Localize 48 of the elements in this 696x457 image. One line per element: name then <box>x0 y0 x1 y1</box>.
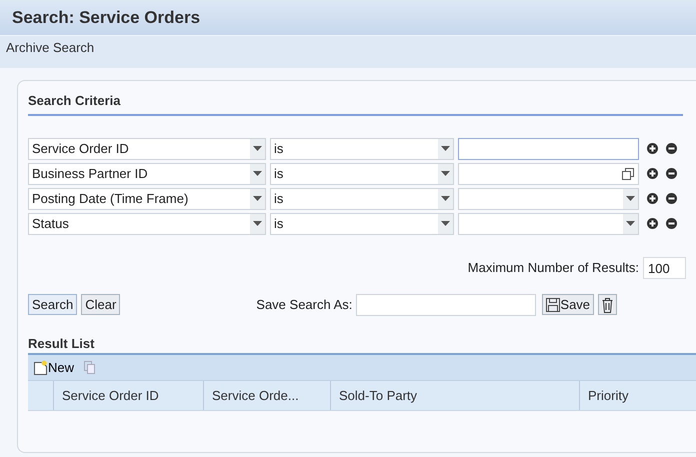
save-search-label: Save Search As: <box>256 296 352 314</box>
column-header[interactable]: Sold-To Party <box>331 381 580 410</box>
caret-icon <box>253 171 262 176</box>
remove-icon[interactable] <box>666 168 677 179</box>
add-icon[interactable] <box>647 193 658 204</box>
field-dropdown[interactable]: Posting Date (Time Frame) <box>28 188 266 210</box>
page-title: Search: Service Orders <box>0 0 696 35</box>
save-search-field[interactable] <box>356 294 536 316</box>
caret-icon <box>626 196 635 201</box>
save-button[interactable]: Save <box>542 294 594 315</box>
trash-icon <box>602 298 614 314</box>
operator-dropdown[interactable]: is <box>270 138 454 160</box>
clear-button[interactable]: Clear <box>81 294 120 315</box>
field-dropdown[interactable]: Business Partner ID <box>28 162 266 184</box>
new-document-icon <box>34 360 48 375</box>
caret-icon <box>441 196 450 201</box>
archive-search-link[interactable]: Archive Search <box>0 35 696 68</box>
operator-dropdown[interactable]: is <box>270 212 454 234</box>
caret-icon <box>253 196 262 201</box>
column-header[interactable]: Service Order ID <box>54 381 204 410</box>
add-icon[interactable] <box>647 168 658 179</box>
delete-button[interactable] <box>598 294 618 316</box>
field-dropdown[interactable]: Service Order ID <box>28 138 266 160</box>
new-button[interactable]: New <box>34 358 74 378</box>
caret-icon <box>441 146 450 151</box>
copy-icon[interactable] <box>622 168 634 180</box>
search-button[interactable]: Search <box>28 294 78 315</box>
section-heading: Result List <box>28 334 96 352</box>
column-header[interactable]: Service Orde... <box>204 381 331 410</box>
remove-icon[interactable] <box>666 143 677 154</box>
field-dropdown[interactable]: Status <box>28 212 266 234</box>
max-results-field[interactable]: 100 <box>643 256 686 278</box>
caret-icon <box>253 221 262 226</box>
remove-icon[interactable] <box>666 218 677 229</box>
column-header[interactable]: Priority <box>580 381 696 410</box>
caret-icon <box>253 146 262 151</box>
value-field[interactable] <box>458 138 639 160</box>
caret-icon <box>441 171 450 176</box>
operator-dropdown[interactable]: is <box>270 162 454 184</box>
caret-icon <box>626 221 635 226</box>
section-heading: Search Criteria <box>28 91 683 116</box>
caret-icon <box>441 221 450 226</box>
max-results-label: Maximum Number of Results: <box>468 258 639 277</box>
remove-icon[interactable] <box>666 193 677 204</box>
add-icon[interactable] <box>647 218 658 229</box>
operator-dropdown[interactable]: is <box>270 188 454 210</box>
add-icon[interactable] <box>647 143 658 154</box>
value-field[interactable] <box>458 162 639 184</box>
